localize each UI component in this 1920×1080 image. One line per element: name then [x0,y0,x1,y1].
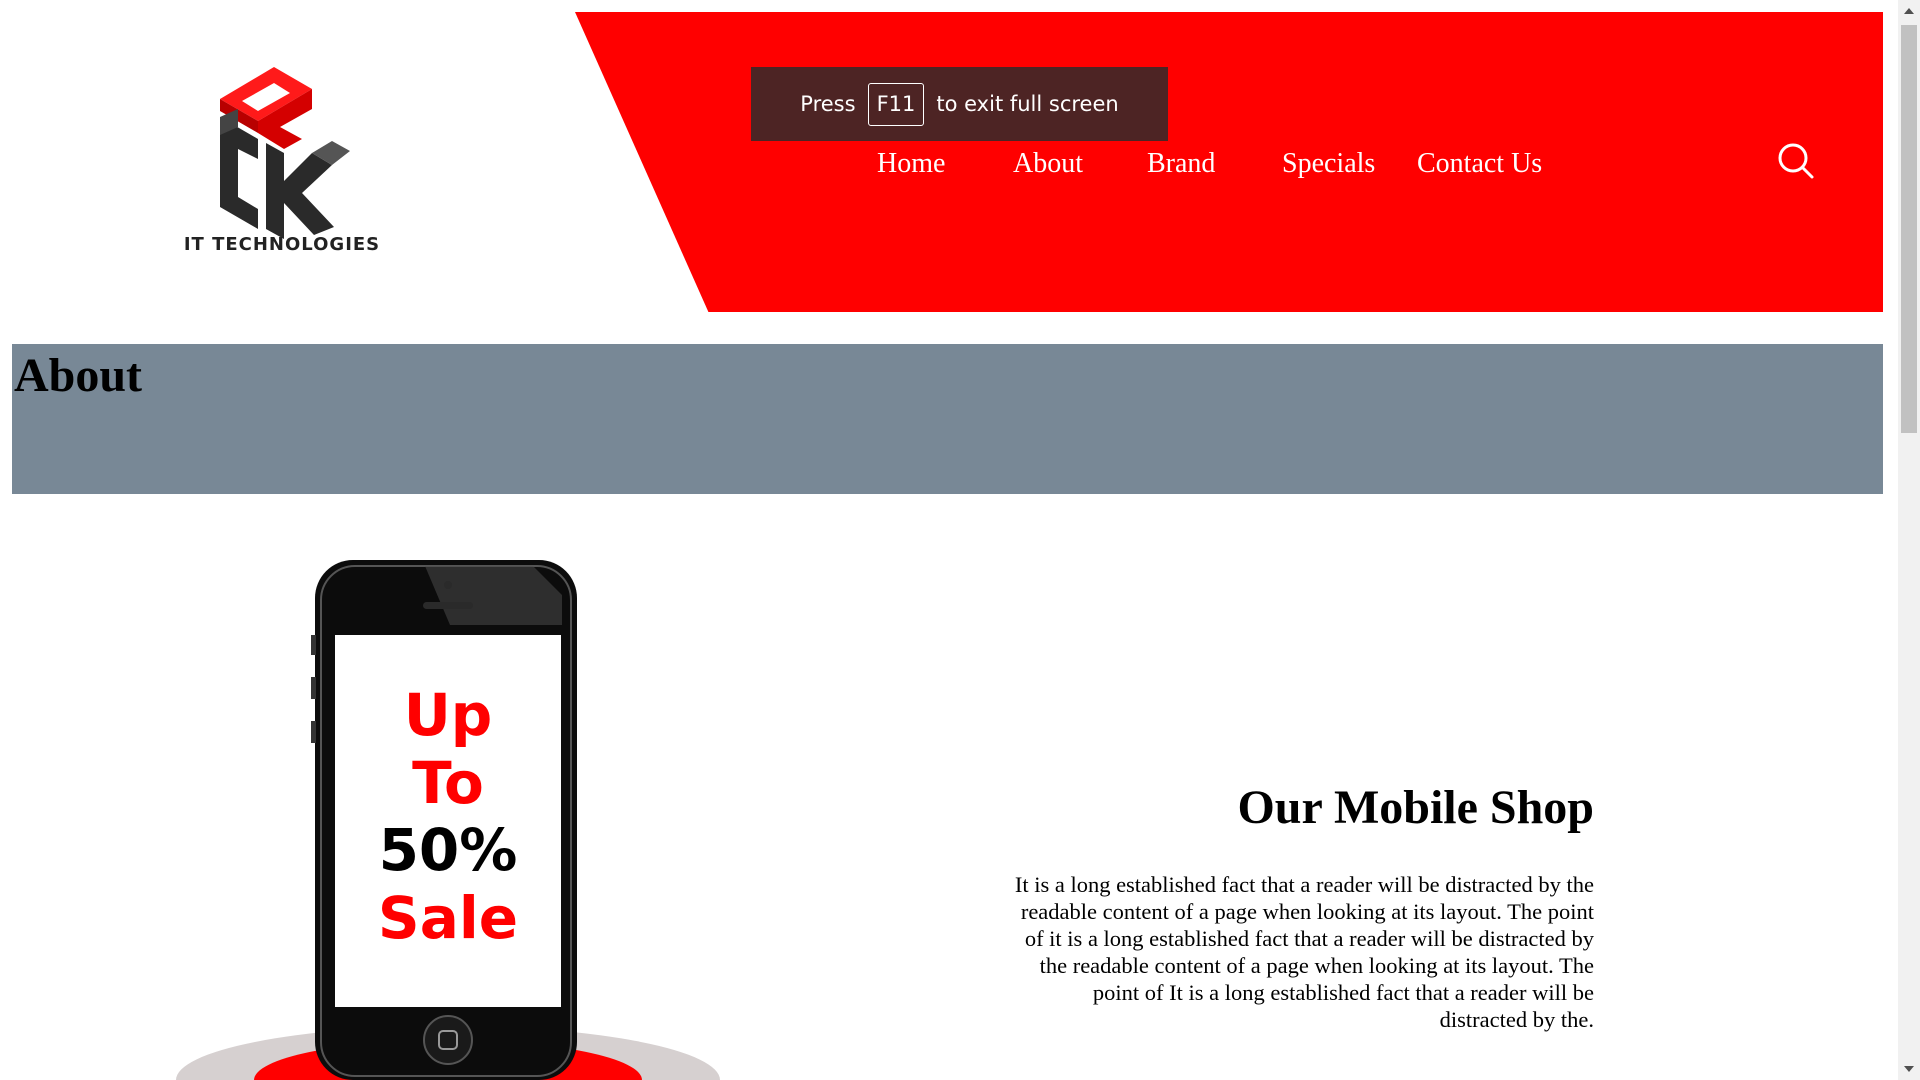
scroll-up-icon[interactable] [1898,0,1920,22]
fullscreen-hint-key: F11 [867,82,925,126]
fullscreen-hint-press: Press [800,92,856,116]
home-button-icon [423,1015,473,1065]
header-red-band [575,12,1883,312]
fullscreen-hint: Press F11 to exit full screen [751,67,1168,141]
nav-contact-us[interactable]: Contact Us [1417,148,1542,180]
search-button[interactable] [1772,137,1820,185]
page-banner: About [12,344,1883,494]
promo-image: Up To 50% Sale [170,555,730,1080]
logo-k-shape [266,141,350,239]
scroll-down-icon[interactable] [1898,1058,1920,1080]
search-icon [1778,143,1814,179]
vertical-scrollbar[interactable] [1898,0,1920,1080]
shop-description: It is a long established fact that a rea… [1014,872,1594,1032]
logo-text: IT TECHNOLOGIES [183,234,381,255]
scrollbar-thumb[interactable] [1901,25,1917,433]
phone-illustration: Up To 50% Sale [176,560,720,1080]
nav-about[interactable]: About [1013,148,1083,180]
nav-brand[interactable]: Brand [1147,148,1215,180]
page: IT TECHNOLOGIES Home About Brand Special… [0,0,1898,1080]
logo-area: IT TECHNOLOGIES [12,12,612,312]
promo-line-2: To [412,749,484,817]
fullscreen-hint-suffix: to exit full screen [936,92,1119,116]
promo-line-1: Up [404,681,493,749]
nav-home[interactable]: Home [877,148,945,180]
page-title: About [14,349,143,402]
site-header: IT TECHNOLOGIES Home About Brand Special… [12,12,1883,312]
nav-specials[interactable]: Specials [1282,148,1375,180]
promo-line-3: 50% [379,816,518,884]
shop-section: Our Mobile Shop It is a long established… [1000,780,1594,1033]
shop-heading: Our Mobile Shop [1237,781,1594,834]
promo-line-4: Sale [378,884,518,952]
